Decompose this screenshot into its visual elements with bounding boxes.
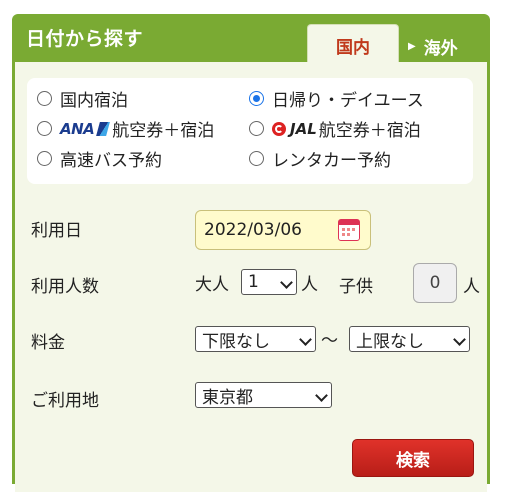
option-day-use[interactable]: 日帰り・デイユース — [249, 86, 424, 111]
adult-count-value: 1 — [248, 272, 259, 292]
area-value: 東京都 — [202, 387, 253, 408]
option-label: 高速バス予約 — [60, 151, 162, 171]
radio-button[interactable] — [249, 151, 264, 166]
price-max-value: 上限なし — [356, 331, 424, 352]
ana-logo: ANA — [60, 119, 95, 138]
adult-count-select[interactable]: 1 — [241, 269, 297, 295]
option-label: 航空券＋宿泊 — [318, 121, 421, 141]
radio-button[interactable] — [37, 91, 52, 106]
child-unit: 人 — [463, 277, 480, 297]
area-select[interactable]: 東京都 — [195, 382, 332, 408]
option-label: 国内宿泊 — [60, 91, 128, 111]
price-label: 料金 — [31, 333, 65, 353]
chevron-down-icon — [315, 389, 328, 402]
chevron-down-icon — [280, 276, 293, 289]
option-label: 日帰り・デイユース — [272, 91, 424, 111]
radio-button[interactable] — [249, 121, 264, 136]
date-input[interactable]: 2022/03/06 — [195, 210, 371, 250]
calendar-icon[interactable] — [338, 219, 360, 241]
option-label: 航空券＋宿泊 — [112, 121, 215, 141]
date-label: 利用日 — [31, 221, 82, 241]
option-ana-flight-stay[interactable]: ANA 航空券＋宿泊 — [37, 116, 214, 141]
option-jal-flight-stay[interactable]: JAL 航空券＋宿泊 — [249, 116, 421, 141]
chevron-down-icon — [299, 333, 312, 346]
jal-logo: JAL — [290, 119, 317, 138]
price-range-tilde: 〜 — [321, 331, 338, 351]
triangle-right-icon: ▶ — [408, 40, 416, 52]
child-count-input[interactable]: 0 — [413, 263, 457, 303]
option-domestic-stay[interactable]: 国内宿泊 — [37, 86, 128, 111]
date-value: 2022/03/06 — [204, 220, 302, 240]
ana-wing-icon — [96, 121, 111, 136]
adult-label: 大人 — [195, 275, 229, 295]
price-min-value: 下限なし — [202, 331, 270, 352]
search-form: 国内宿泊 日帰り・デイユース ANA 航空券＋宿泊 JAL 航空券＋宿泊 高速バ… — [15, 62, 487, 492]
search-panel: 日付から探す 国内 ▶ 海外 国内宿泊 日帰り・デイユース ANA 航空券＋宿泊 — [12, 14, 490, 492]
price-min-select[interactable]: 下限なし — [195, 326, 316, 352]
search-type-options: 国内宿泊 日帰り・デイユース ANA 航空券＋宿泊 JAL 航空券＋宿泊 高速バ… — [27, 78, 473, 184]
price-max-select[interactable]: 上限なし — [349, 326, 470, 352]
tab-domestic[interactable]: 国内 — [307, 24, 399, 66]
radio-button[interactable] — [37, 121, 52, 136]
tab-overseas[interactable]: ▶ 海外 — [408, 28, 458, 64]
radio-button-checked[interactable] — [249, 91, 264, 106]
search-button[interactable]: 検索 — [352, 439, 474, 477]
panel-title: 日付から探す — [26, 28, 144, 50]
people-label: 利用人数 — [31, 277, 99, 297]
option-highway-bus[interactable]: 高速バス予約 — [37, 146, 162, 171]
jal-crane-icon — [272, 121, 286, 136]
tab-overseas-label: 海外 — [423, 38, 458, 59]
radio-button[interactable] — [37, 151, 52, 166]
area-label: ご利用地 — [31, 391, 99, 411]
adult-unit: 人 — [301, 275, 318, 295]
chevron-down-icon — [453, 333, 466, 346]
child-label: 子供 — [339, 277, 373, 297]
option-rental-car[interactable]: レンタカー予約 — [249, 146, 391, 171]
option-label: レンタカー予約 — [272, 151, 391, 171]
